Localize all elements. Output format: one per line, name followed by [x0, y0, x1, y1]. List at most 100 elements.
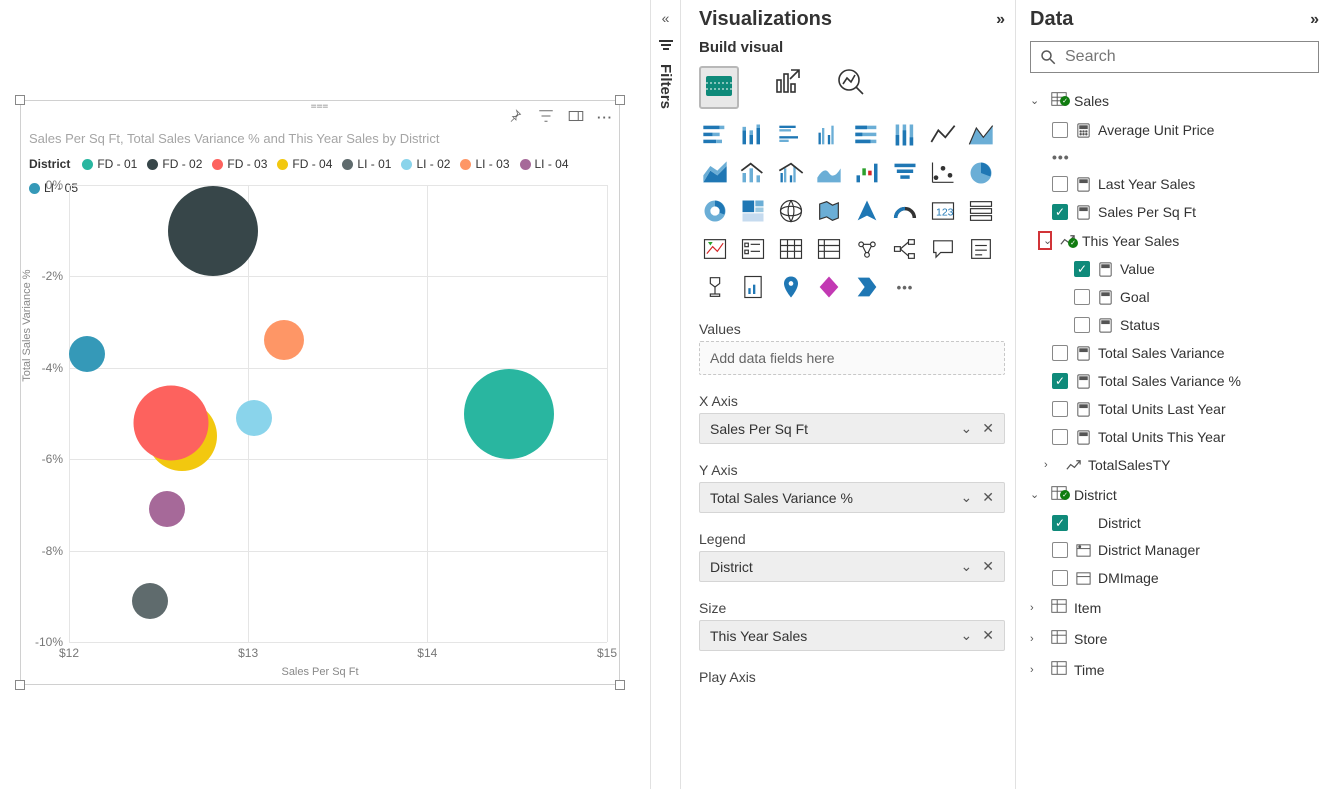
checkbox[interactable]: [1052, 429, 1068, 445]
filled-map-icon[interactable]: [813, 195, 845, 227]
pie-chart-icon[interactable]: [965, 157, 997, 189]
resize-handle-tr[interactable]: [615, 95, 625, 105]
checkbox[interactable]: [1052, 176, 1068, 192]
ribbon-chart-icon[interactable]: [813, 157, 845, 189]
more-options-icon[interactable]: ···: [597, 110, 613, 125]
caret-down-icon-highlighted[interactable]: ⌄: [1038, 231, 1052, 250]
field-status[interactable]: Status: [1030, 311, 1319, 339]
smart-narrative-icon[interactable]: [965, 233, 997, 265]
decomposition-tree-icon[interactable]: [889, 233, 921, 265]
gauge-icon[interactable]: [889, 195, 921, 227]
table-time[interactable]: › Time: [1030, 654, 1319, 685]
goals-icon[interactable]: [699, 271, 731, 303]
checkbox[interactable]: [1052, 542, 1068, 558]
clustered-column-chart-icon[interactable]: [813, 119, 845, 151]
line-chart-icon[interactable]: [927, 119, 959, 151]
checkbox[interactable]: [1074, 289, 1090, 305]
collapse-data-pane-icon[interactable]: »: [1310, 11, 1319, 29]
map-icon[interactable]: [775, 195, 807, 227]
report-canvas[interactable]: ━━━━━━ ··· Sales Per Sq Ft, Total Sales …: [0, 0, 650, 789]
field-avg-unit-price[interactable]: Average Unit Price: [1030, 116, 1319, 144]
resize-handle-br[interactable]: [615, 680, 625, 690]
field-district-manager[interactable]: District Manager: [1030, 536, 1319, 564]
resize-handle-bl[interactable]: [15, 680, 25, 690]
azure-map-icon[interactable]: [851, 195, 883, 227]
stacked-bar-chart-icon[interactable]: [699, 119, 731, 151]
legend-well[interactable]: District ⌄✕: [699, 551, 1005, 582]
focus-mode-icon[interactable]: [567, 107, 585, 128]
checkbox-checked-highlighted[interactable]: ✓: [1074, 261, 1090, 277]
checkbox-checked[interactable]: ✓: [1052, 373, 1068, 389]
resize-handle-tl[interactable]: [15, 95, 25, 105]
qna-icon[interactable]: [927, 233, 959, 265]
kpi-icon[interactable]: [699, 233, 731, 265]
filter-icon[interactable]: [537, 107, 555, 128]
bubble-li02[interactable]: [236, 400, 272, 436]
plot-area[interactable]: 0% -2% -4% -6% -8% -10% $12 $13 $14 $15: [69, 185, 607, 642]
table-sales[interactable]: ⌄ ✓ Sales: [1030, 85, 1319, 116]
table-store[interactable]: › Store: [1030, 623, 1319, 654]
remove-field-icon[interactable]: ✕: [982, 558, 994, 575]
card-icon[interactable]: 123: [927, 195, 959, 227]
remove-field-icon[interactable]: ✕: [982, 420, 994, 437]
table-district[interactable]: ⌄ ✓ District: [1030, 479, 1319, 510]
remove-field-icon[interactable]: ✕: [982, 627, 994, 644]
table-item[interactable]: › Item: [1030, 592, 1319, 623]
caret-down-icon[interactable]: ⌄: [1030, 488, 1044, 501]
matrix-icon[interactable]: [813, 233, 845, 265]
table-icon-viz[interactable]: [775, 233, 807, 265]
line-stacked-column-icon[interactable]: [737, 157, 769, 189]
scatter-chart-visual[interactable]: ━━━━━━ ··· Sales Per Sq Ft, Total Sales …: [20, 100, 620, 685]
bubble-li01[interactable]: [132, 583, 168, 619]
treemap-icon[interactable]: [737, 195, 769, 227]
power-automate-icon[interactable]: [851, 271, 883, 303]
hundred-stacked-column-icon[interactable]: [889, 119, 921, 151]
arcgis-icon[interactable]: [775, 271, 807, 303]
field-this-year-sales[interactable]: ⌄ ✓ This Year Sales: [1030, 226, 1319, 255]
checkbox[interactable]: [1052, 401, 1068, 417]
get-more-visuals-icon[interactable]: •••: [889, 271, 921, 303]
funnel-chart-icon[interactable]: [889, 157, 921, 189]
bubble-li03[interactable]: [264, 320, 304, 360]
clustered-bar-chart-icon[interactable]: [775, 119, 807, 151]
scatter-chart-icon[interactable]: [927, 157, 959, 189]
visual-drag-grip[interactable]: ━━━━━━: [307, 105, 333, 109]
bubble-li05[interactable]: [69, 336, 105, 372]
build-visual-tab[interactable]: [699, 66, 739, 109]
checkbox[interactable]: [1052, 570, 1068, 586]
stacked-column-chart-icon[interactable]: [737, 119, 769, 151]
area-chart-icon[interactable]: [965, 119, 997, 151]
slicer-icon[interactable]: [737, 233, 769, 265]
size-well[interactable]: This Year Sales ⌄✕: [699, 620, 1005, 651]
checkbox[interactable]: [1074, 317, 1090, 333]
field-total-units-this-year[interactable]: Total Units This Year: [1030, 423, 1319, 451]
chevron-down-icon[interactable]: ⌄: [961, 489, 973, 506]
chevron-down-icon[interactable]: ⌄: [961, 627, 973, 644]
checkbox-checked[interactable]: ✓: [1052, 204, 1068, 220]
field-total-sales-variance-pct[interactable]: ✓ Total Sales Variance %: [1030, 367, 1319, 395]
analytics-tab[interactable]: [835, 66, 867, 109]
search-input[interactable]: [1030, 41, 1319, 73]
collapse-vis-pane-icon[interactable]: »: [996, 11, 1005, 29]
donut-chart-icon[interactable]: [699, 195, 731, 227]
values-well[interactable]: Add data fields here: [699, 341, 1005, 375]
field-total-units-last-year[interactable]: Total Units Last Year: [1030, 395, 1319, 423]
pin-icon[interactable]: [507, 107, 525, 128]
checkbox[interactable]: [1052, 122, 1068, 138]
field-total-sales-variance[interactable]: Total Sales Variance: [1030, 339, 1319, 367]
multi-row-card-icon[interactable]: [965, 195, 997, 227]
caret-right-icon[interactable]: ›: [1044, 459, 1058, 471]
remove-field-icon[interactable]: ✕: [982, 489, 994, 506]
bubble-fd03[interactable]: [134, 385, 209, 460]
r-visual-icon[interactable]: [851, 233, 883, 265]
caret-down-icon[interactable]: ⌄: [1030, 94, 1044, 107]
stacked-area-chart-icon[interactable]: [699, 157, 731, 189]
yaxis-well[interactable]: Total Sales Variance % ⌄✕: [699, 482, 1005, 513]
chevron-down-icon[interactable]: ⌄: [961, 558, 973, 575]
bubble-li04[interactable]: [149, 491, 185, 527]
format-visual-tab[interactable]: [771, 66, 803, 109]
hundred-stacked-bar-icon[interactable]: [851, 119, 883, 151]
xaxis-well[interactable]: Sales Per Sq Ft ⌄✕: [699, 413, 1005, 444]
expand-filters-icon[interactable]: «: [662, 10, 670, 26]
line-clustered-column-icon[interactable]: [775, 157, 807, 189]
